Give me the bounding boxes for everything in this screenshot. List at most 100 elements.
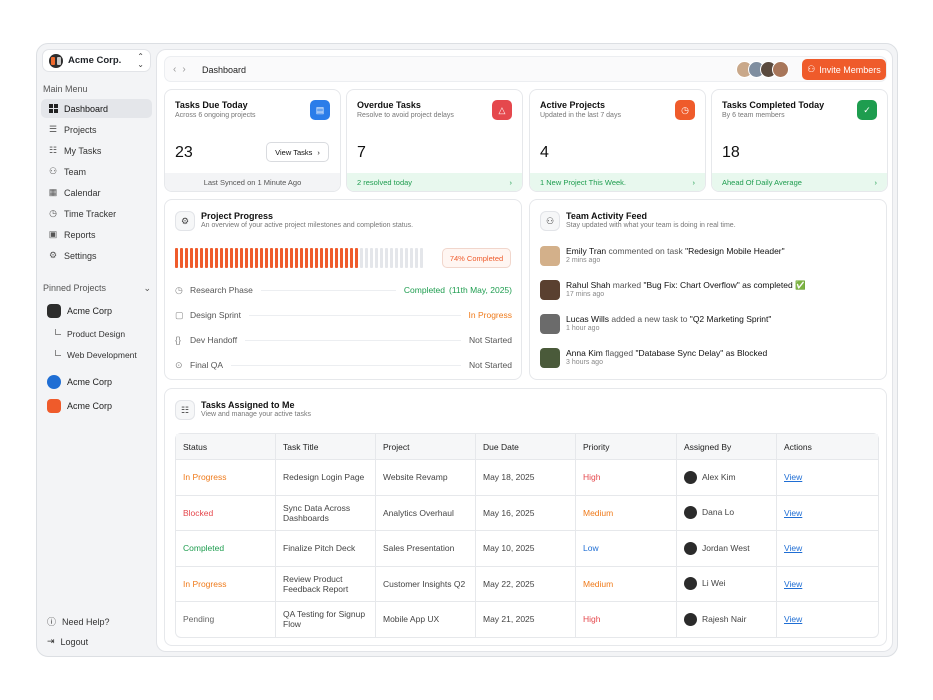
invite-members-button[interactable]: ⚇ Invite Members — [802, 59, 886, 80]
logout-link[interactable]: ⇥ Logout — [47, 636, 88, 647]
progress-segment-filled — [245, 248, 248, 268]
avatar — [684, 541, 697, 555]
phase-status: In Progress — [468, 310, 512, 320]
pinned-projects-header[interactable]: Pinned Projects ⌄ — [43, 283, 151, 294]
sub-item-product-design[interactable]: Product Design — [55, 329, 125, 339]
assigned-cell: Li Wei — [677, 565, 777, 601]
nav-arrows-icon[interactable]: ‹› — [173, 64, 192, 75]
card-subtitle: Across 6 ongoing projects — [175, 112, 256, 119]
column-header[interactable]: Task Title — [276, 434, 376, 459]
column-header[interactable]: Assigned By — [677, 434, 777, 459]
column-header[interactable]: Actions — [777, 434, 878, 459]
pinned-project-acme-2[interactable]: Acme Corp — [47, 375, 112, 389]
view-link[interactable]: View — [784, 472, 802, 482]
phase-row: ◷ Research Phase Completed (11th May, 20… — [175, 283, 512, 297]
column-header[interactable]: Priority — [576, 434, 677, 459]
table-row: Pending QA Testing for Signup Flow Mobil… — [176, 601, 878, 637]
top-bar: ‹› Dashboard ⚇ Invite Members — [164, 56, 887, 82]
progress-segment-filled — [200, 248, 203, 268]
card-footer[interactable]: 2 resolved today › — [347, 173, 522, 191]
progress-segment-empty — [400, 248, 403, 268]
view-link[interactable]: View — [784, 543, 802, 553]
progress-segment-filled — [310, 248, 313, 268]
status-cell: In Progress — [176, 459, 276, 495]
card-title: Active Projects — [540, 100, 606, 110]
feed-user: Emily Tran — [566, 246, 607, 256]
feed-user: Lucas Wills — [566, 314, 609, 324]
assignee-name: Jordan West — [702, 542, 750, 553]
gear-icon: ⚙ — [48, 250, 58, 260]
status-cell: Pending — [176, 601, 276, 637]
sidebar-item-time-tracker[interactable]: ◷ Time Tracker — [41, 204, 152, 223]
title-cell: Redesign Login Page — [276, 459, 376, 495]
progress-segment-filled — [225, 248, 228, 268]
sidebar-item-label: Time Tracker — [64, 208, 117, 219]
progress-segment-empty — [380, 248, 383, 268]
sub-item-label: Product Design — [67, 329, 126, 339]
title-cell: QA Testing for Signup Flow — [276, 601, 376, 637]
progress-segment-filled — [205, 248, 208, 268]
sidebar-item-team[interactable]: ⚇ Team — [41, 162, 152, 181]
tasks-table: Status Task Title Project Due Date Prior… — [175, 433, 879, 638]
card-subtitle: By 6 team members — [722, 112, 785, 119]
pinned-project-acme-3[interactable]: Acme Corp — [47, 399, 112, 413]
sidebar-item-settings[interactable]: ⚙ Settings — [41, 246, 152, 265]
column-header[interactable]: Due Date — [476, 434, 576, 459]
tasks-panel: ☷ Tasks Assigned to Me View and manage y… — [164, 388, 887, 646]
main-content: ‹› Dashboard ⚇ Invite Members Tasks Due … — [156, 49, 893, 652]
sidebar-item-dashboard[interactable]: Dashboard — [41, 99, 152, 118]
view-link[interactable]: View — [784, 508, 802, 518]
grid-icon — [48, 104, 58, 114]
phase-row: ⊙ Final QA Not Started — [175, 358, 512, 372]
sidebar-item-my-tasks[interactable]: ☷ My Tasks — [41, 141, 152, 160]
calendar-icon: ▦ — [48, 187, 58, 197]
card-footer[interactable]: 1 New Project This Week. › — [530, 173, 705, 191]
sub-item-web-development[interactable]: Web Development — [55, 350, 137, 360]
column-header[interactable]: Status — [176, 434, 276, 459]
sidebar-item-label: My Tasks — [64, 145, 102, 156]
progress-segment-empty — [365, 248, 368, 268]
help-icon: ⓘ — [47, 617, 57, 627]
sidebar-item-label: Settings — [64, 250, 97, 261]
priority-cell: Medium — [576, 565, 677, 601]
progress-segment-filled — [180, 248, 183, 268]
view-link[interactable]: View — [784, 579, 802, 589]
divider — [260, 289, 396, 291]
sidebar-item-calendar[interactable]: ▦ Calendar — [41, 183, 152, 202]
sub-item-label: Web Development — [67, 350, 137, 360]
progress-segment-filled — [285, 248, 288, 268]
phase-name: Final QA — [190, 360, 224, 370]
card-subtitle: Updated in the last 7 days — [540, 112, 621, 119]
chevron-right-icon: › — [692, 177, 696, 187]
action-cell: View — [777, 601, 878, 637]
progress-segment-empty — [390, 248, 393, 268]
assigned-cell: Alex Kim — [677, 459, 777, 495]
column-header[interactable]: Project — [376, 434, 476, 459]
due-cell: May 16, 2025 — [476, 494, 576, 530]
progress-segment-filled — [235, 248, 238, 268]
pinned-project-acme-1[interactable]: Acme Corp — [47, 304, 112, 318]
member-avatars[interactable] — [736, 61, 789, 78]
view-link[interactable]: View — [784, 614, 802, 624]
card-footer[interactable]: Ahead Of Daily Average › — [712, 173, 887, 191]
view-tasks-button[interactable]: View Tasks › — [266, 142, 329, 162]
progress-segment-filled — [315, 248, 318, 268]
need-help-link[interactable]: ⓘ Need Help? — [47, 615, 110, 628]
sidebar-item-reports[interactable]: ▣ Reports — [41, 225, 152, 244]
pinned-project-label: Acme Corp — [67, 401, 113, 411]
card-title: Tasks Due Today — [175, 100, 248, 110]
avatar — [540, 280, 560, 300]
button-label: View Tasks — [275, 147, 313, 157]
card-overdue: Overdue Tasks Resolve to avoid project d… — [346, 89, 523, 192]
avatar — [684, 612, 697, 626]
chevron-right-icon: › — [317, 147, 320, 157]
pinned-project-label: Acme Corp — [67, 377, 113, 387]
sidebar-item-projects[interactable]: ☰ Projects — [41, 120, 152, 139]
project-cell: Analytics Overhaul — [376, 494, 476, 530]
project-logo-icon — [47, 399, 61, 413]
phase-name: Dev Handoff — [190, 335, 238, 345]
progress-segment-empty — [360, 248, 363, 268]
activity-icon: ⚇ — [540, 211, 560, 231]
workspace-switcher[interactable]: Acme Corp. ⌃ ⌄ — [42, 49, 151, 72]
list-icon: ☰ — [48, 124, 58, 134]
